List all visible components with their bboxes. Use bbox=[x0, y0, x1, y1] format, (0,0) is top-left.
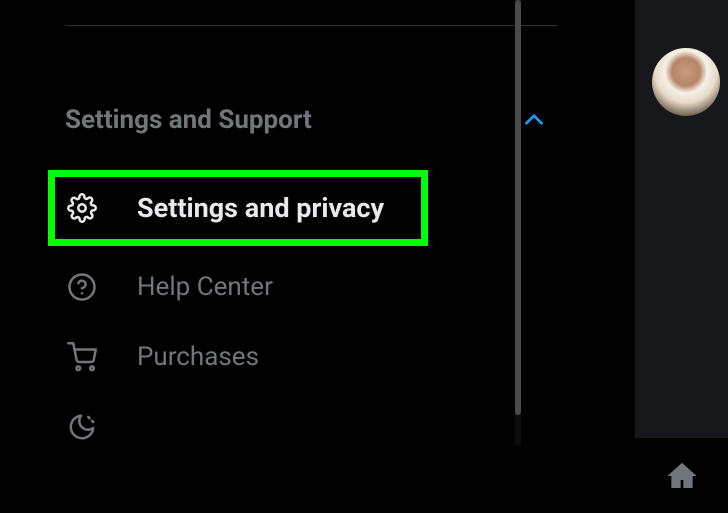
menu-item-label: Help Center bbox=[137, 272, 273, 302]
home-icon[interactable] bbox=[664, 458, 700, 494]
question-icon bbox=[65, 270, 99, 304]
scrollbar-thumb[interactable] bbox=[515, 0, 521, 415]
chevron-up-icon bbox=[519, 105, 549, 135]
menu-item-help-center[interactable]: Help Center bbox=[50, 252, 560, 322]
menu-item-display-mode[interactable] bbox=[50, 392, 560, 462]
right-sidebar bbox=[635, 0, 728, 513]
section-title: Settings and Support bbox=[65, 105, 312, 135]
avatar[interactable] bbox=[652, 48, 720, 116]
menu-item-settings-privacy[interactable]: Settings and privacy bbox=[48, 170, 428, 246]
menu-item-label: Settings and privacy bbox=[137, 192, 384, 224]
menu-item-label: Purchases bbox=[137, 342, 259, 372]
section-header-settings-support[interactable]: Settings and Support bbox=[65, 105, 557, 135]
bottom-bar bbox=[635, 438, 728, 513]
gear-icon bbox=[65, 191, 99, 225]
cart-icon bbox=[65, 340, 99, 374]
moon-icon bbox=[65, 410, 99, 444]
menu-item-purchases[interactable]: Purchases bbox=[50, 322, 560, 392]
settings-panel: Settings and Support Settings and privac… bbox=[0, 0, 620, 513]
divider bbox=[65, 25, 557, 26]
menu-items: Settings and privacy Help Center Pur bbox=[50, 170, 560, 462]
